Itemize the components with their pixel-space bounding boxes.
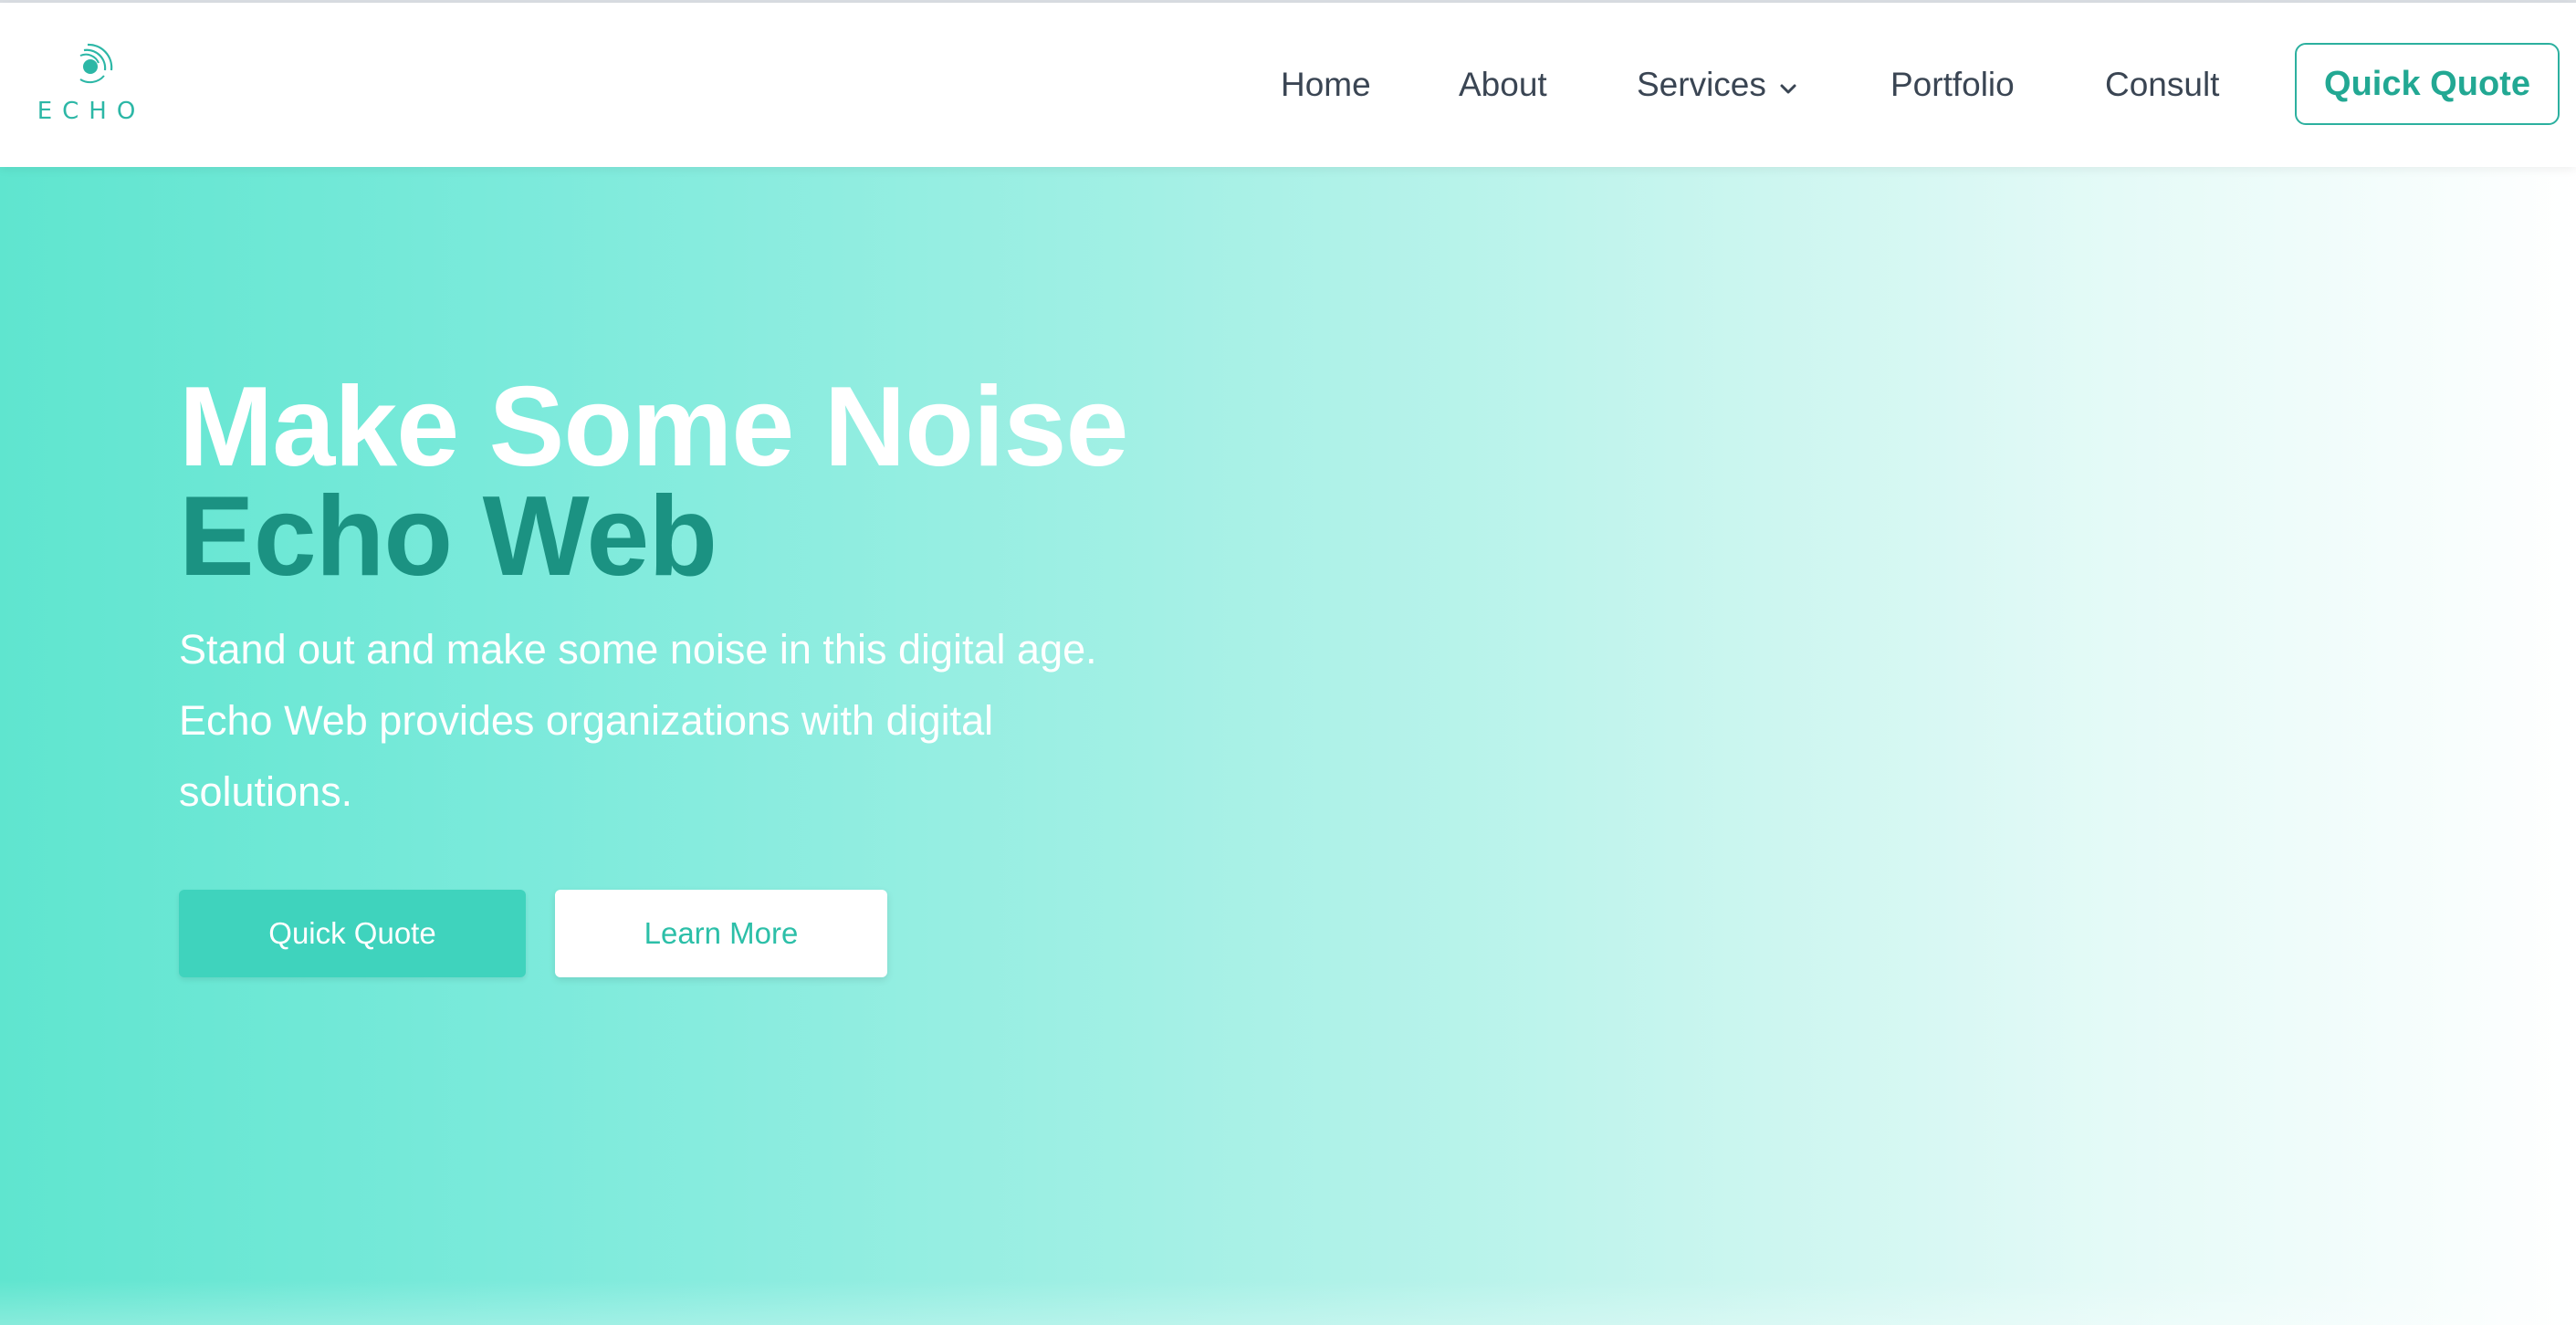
page: ECHO Home About Services Portfolio Consu… <box>0 0 2576 1325</box>
site-header: ECHO Home About Services Portfolio Consu… <box>0 3 2576 167</box>
nav-home[interactable]: Home <box>1281 43 1371 127</box>
header-quick-quote-button[interactable]: Quick Quote <box>2295 43 2560 125</box>
nav-consult[interactable]: Consult <box>2105 43 2219 127</box>
learn-more-button[interactable]: Learn More <box>555 890 887 977</box>
nav-services[interactable]: Services <box>1637 43 1797 127</box>
nav-portfolio[interactable]: Portfolio <box>1890 43 2015 127</box>
chevron-down-icon <box>1779 42 1797 126</box>
hero-description: Stand out and make some noise in this di… <box>179 626 1097 815</box>
nav-services-label: Services <box>1637 66 1766 103</box>
nav-about[interactable]: About <box>1459 43 1547 127</box>
hero-bottom-fade <box>0 1279 2576 1325</box>
hero-title-line2: Echo Web <box>179 474 717 600</box>
hero-title-line1: Make Some Noise <box>179 364 1128 490</box>
hero-section: Make Some Noise Echo Web Stand out and m… <box>0 167 2576 1325</box>
hero-quick-quote-button[interactable]: Quick Quote <box>179 890 526 977</box>
